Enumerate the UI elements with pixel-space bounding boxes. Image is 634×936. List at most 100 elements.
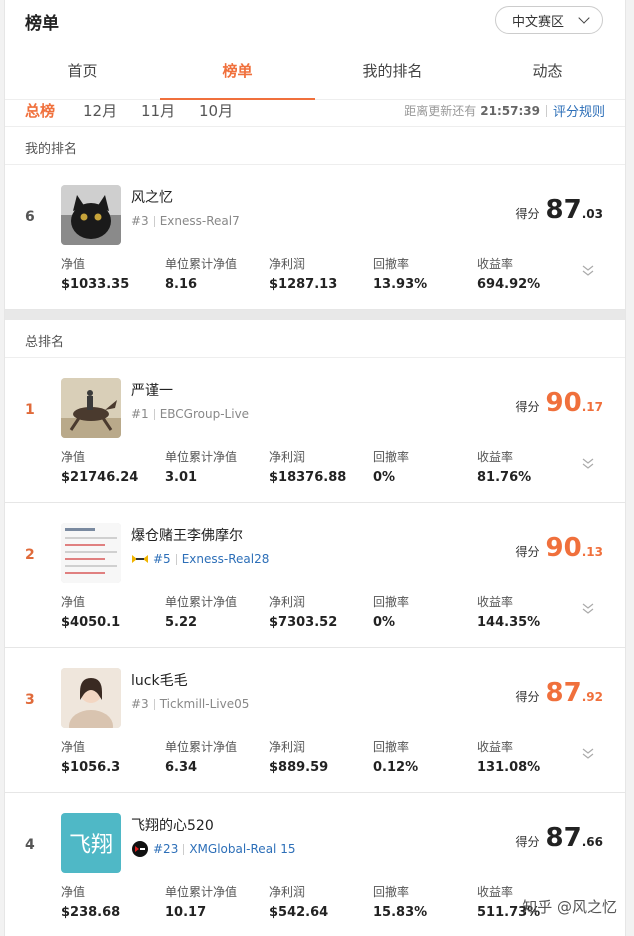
- divider: [153, 215, 155, 227]
- tab-my-rank[interactable]: 我的排名: [315, 44, 470, 99]
- account-server[interactable]: XMGlobal-Real 15: [189, 842, 295, 856]
- stats-row: 净值 $21746.24 单位累计净值 3.01 净利润 $18376.88 回撤率 0…: [61, 448, 581, 485]
- expand-chevron-icon[interactable]: [581, 746, 595, 760]
- tab-leaderboard[interactable]: 榜单: [160, 44, 315, 100]
- score: 得分 87 .92: [516, 678, 603, 708]
- stat-value: $238.68: [61, 905, 121, 920]
- avatar[interactable]: [61, 523, 121, 583]
- cat-avatar-image: [61, 185, 121, 245]
- divider: [153, 408, 155, 420]
- stat-label: 单位累计净值: [165, 740, 238, 754]
- trader-name[interactable]: 爆仓赌王李佛摩尔: [131, 525, 243, 545]
- stat-value: $1287.13: [269, 277, 338, 292]
- stat-value: 0%: [373, 615, 396, 630]
- stat-net-value: 净值 $1033.35: [61, 255, 165, 292]
- stat-drawdown: 回撤率 0%: [373, 448, 477, 485]
- subtab-dec[interactable]: 12月: [83, 100, 117, 121]
- expand-chevron-icon[interactable]: [581, 601, 595, 615]
- stat-value: $1056.3: [61, 760, 121, 775]
- score-integer: 87: [545, 678, 582, 708]
- expand-chevron-icon[interactable]: [581, 456, 595, 470]
- tab-home[interactable]: 首页: [5, 44, 160, 99]
- stats-row: 净值 $238.68 单位累计净值 10.17 净利润 $542.64 回撤率 15.8…: [61, 883, 581, 920]
- stat-return: 收益率 81.76%: [477, 448, 581, 485]
- stat-net-profit: 净利润 $18376.88: [269, 448, 373, 485]
- scoring-rules-link[interactable]: 评分规则: [553, 101, 605, 120]
- score-label: 得分: [515, 835, 540, 849]
- region-select[interactable]: 中文赛区: [495, 6, 603, 34]
- divider: [175, 553, 177, 565]
- stat-net-value: 净值 $238.68: [61, 883, 165, 920]
- trader-name[interactable]: 严谨一: [131, 380, 173, 400]
- avatar[interactable]: [61, 668, 121, 728]
- stat-label: 净利润: [269, 450, 306, 464]
- score-decimal: .03: [581, 207, 603, 221]
- score-decimal: .92: [581, 690, 603, 704]
- stat-label: 单位累计净值: [165, 257, 238, 271]
- stats-row: 净值 $1033.35 单位累计净值 8.16 净利润 $1287.13 回撤率 13.…: [61, 255, 581, 292]
- stat-unit-nav: 单位累计净值 10.17: [165, 883, 269, 920]
- leaderboard-row[interactable]: 3 luck毛毛 #3 Tickmill-Live05 得分 87 .92 净值…: [5, 648, 625, 793]
- stat-unit-nav: 单位累计净值 6.34: [165, 738, 269, 775]
- rank-number: 1: [25, 402, 35, 418]
- divider: [545, 104, 547, 117]
- stat-value: $18376.88: [269, 470, 347, 485]
- avatar[interactable]: 飞翔: [61, 813, 121, 873]
- stat-value: 5.22: [165, 615, 198, 630]
- stat-net-profit: 净利润 $7303.52: [269, 593, 373, 630]
- stat-value: 0%: [373, 470, 396, 485]
- overall-section-label: 总排名: [5, 320, 625, 358]
- stat-label: 净值: [61, 740, 86, 754]
- stat-label: 净值: [61, 885, 86, 899]
- stat-label: 净值: [61, 257, 86, 271]
- my-rank-card[interactable]: 6 风之忆 #3 Exness-Real7 得分 87 .03 净值 $1033.…: [5, 165, 625, 310]
- stat-drawdown: 回撤率 0.12%: [373, 738, 477, 775]
- divider: [153, 698, 155, 710]
- update-countdown: 距离更新还有 21:57:39 评分规则: [404, 101, 605, 121]
- broker-logo-icon: [131, 552, 149, 566]
- account-server[interactable]: Exness-Real28: [182, 552, 270, 566]
- stat-value: 694.92%: [477, 277, 541, 292]
- leaderboard-row[interactable]: 2 爆仓赌王李佛摩尔 #5 Exness-Real28 得分 90 .13 净值…: [5, 503, 625, 648]
- score-integer: 90: [545, 388, 582, 418]
- stat-value: 8.16: [165, 277, 198, 292]
- trader-name[interactable]: 风之忆: [131, 187, 173, 207]
- horse-rider-avatar-image: [61, 378, 121, 438]
- subtab-overall[interactable]: 总榜: [25, 100, 55, 121]
- account-info: #23 XMGlobal-Real 15: [131, 841, 295, 857]
- stat-label: 净值: [61, 450, 86, 464]
- leaderboard-page: 榜单 中文赛区 首页 榜单 我的排名 动态 总榜 12月 11月 10月 距离更…: [4, 0, 626, 936]
- stat-label: 净利润: [269, 885, 306, 899]
- avatar[interactable]: [61, 378, 121, 438]
- divider: [183, 843, 185, 855]
- stat-value: 10.17: [165, 905, 207, 920]
- subtab-oct[interactable]: 10月: [199, 100, 233, 121]
- stat-label: 收益率: [477, 595, 514, 609]
- leaderboard-row[interactable]: 1 严谨一 #1 EBCGroup-Live 得分 90 .17 净值 $217…: [5, 358, 625, 503]
- stat-drawdown: 回撤率 0%: [373, 593, 477, 630]
- my-rank-section-label: 我的排名: [5, 127, 625, 165]
- score-decimal: .13: [581, 545, 603, 559]
- region-select-label: 中文赛区: [512, 14, 565, 30]
- stat-net-profit: 净利润 $889.59: [269, 738, 373, 775]
- account-info: #5 Exness-Real28: [131, 552, 269, 566]
- avatar[interactable]: [61, 185, 121, 245]
- expand-chevron-icon[interactable]: [581, 263, 595, 277]
- stat-drawdown: 回撤率 13.93%: [373, 255, 477, 292]
- trader-name[interactable]: luck毛毛: [131, 670, 188, 690]
- stat-label: 净利润: [269, 257, 306, 271]
- tab-activity[interactable]: 动态: [470, 44, 625, 99]
- stat-net-value: 净值 $21746.24: [61, 448, 165, 485]
- stat-return: 收益率 694.92%: [477, 255, 581, 292]
- top-bar: 榜单 中文赛区: [5, 0, 625, 40]
- broker-logo-icon: [131, 841, 149, 857]
- account-info: #3 Exness-Real7: [131, 214, 240, 228]
- account-server: Tickmill-Live05: [159, 697, 250, 711]
- trader-name[interactable]: 飞翔的心520: [131, 815, 214, 835]
- rank-number: 2: [25, 547, 35, 563]
- account-rank: #23: [153, 842, 179, 856]
- watermark: 知乎 @风之忆: [522, 898, 617, 916]
- subtab-nov[interactable]: 11月: [141, 100, 175, 121]
- score: 得分 87 .66: [516, 823, 603, 853]
- rank-number: 4: [25, 837, 35, 853]
